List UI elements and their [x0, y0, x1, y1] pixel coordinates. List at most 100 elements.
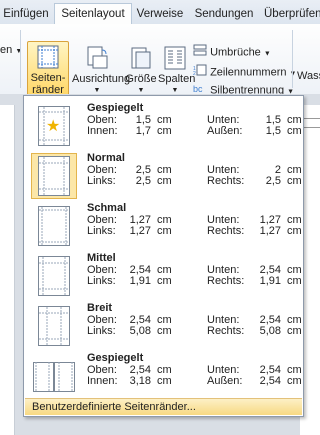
option-unit: cm — [287, 375, 302, 387]
margin-thumbnail — [31, 203, 77, 249]
option-value: 2,54 — [259, 375, 281, 387]
option-unit: cm — [287, 125, 302, 137]
ribbon: en ▼ Seiten- ränder ▼ Ausrichtung ▼ — [0, 24, 320, 107]
margin-thumbnail — [31, 253, 77, 299]
zeilennummern-label: Zeilennummern — [210, 66, 287, 79]
option-unit: cm — [157, 125, 172, 137]
option-value: 1,27 — [259, 225, 281, 237]
tab-sendungen[interactable]: Sendungen — [190, 4, 258, 24]
margin-option-gespiegelt-book[interactable]: Gespiegelt Oben: 2,54 cm Unten: 2,54 cm … — [25, 350, 302, 400]
option-value: 2,5 — [135, 175, 151, 187]
tab-seitenlayout[interactable]: Seitenlayout — [54, 3, 132, 26]
page-icon — [38, 206, 70, 246]
seitenraender-label-1: Seiten- — [30, 72, 66, 84]
ribbon-partial-right-label: Wasse — [297, 70, 320, 82]
seitenraender-button[interactable]: Seiten- ränder ▼ — [27, 41, 69, 107]
option-unit: cm — [287, 275, 302, 287]
line-numbers-icon: 12 — [193, 64, 207, 81]
book-icon — [33, 362, 75, 392]
option-value: 1,5 — [265, 125, 281, 137]
option-unit: cm — [157, 175, 172, 187]
zeilennummern-button[interactable]: 12 Zeilennummern ▼ — [193, 64, 296, 80]
ausrichtung-label: Ausrichtung — [72, 73, 131, 85]
option-title: Gespiegelt — [87, 102, 144, 114]
margin-option-normal[interactable]: Normal Oben: 2,5 cm Unten: 2 cm Links: 2… — [25, 150, 302, 200]
option-title: Schmal — [87, 202, 127, 214]
option-label: Innen: — [87, 125, 118, 137]
groesse-label: Größe — [125, 73, 157, 85]
page-icon — [38, 306, 70, 346]
dropdown-arrow-icon: ▼ — [289, 70, 297, 78]
option-label: Rechts: — [207, 275, 245, 287]
option-value: 1,91 — [129, 275, 151, 287]
margins-icon — [37, 45, 59, 72]
dropdown-arrow-icon: ▼ — [15, 48, 23, 55]
umbrueche-button[interactable]: Umbrüche ▼ — [193, 44, 271, 60]
option-label: Links: — [87, 325, 116, 337]
margin-thumbnail: ★ — [31, 103, 77, 149]
option-label: Links: — [87, 225, 116, 237]
ribbon-partial-left[interactable]: en ▼ — [0, 42, 22, 58]
margin-option-breit[interactable]: Breit Oben: 2,54 cm Unten: 2,54 cm Links… — [25, 300, 302, 350]
page-icon: ★ — [38, 106, 70, 146]
ausrichtung-button[interactable]: Ausrichtung ▼ — [72, 46, 131, 97]
option-label: Rechts: — [207, 225, 245, 237]
option-unit: cm — [157, 325, 172, 337]
option-title: Gespiegelt — [87, 352, 144, 364]
margin-option-mittel[interactable]: Mittel Oben: 2,54 cm Unten: 2,54 cm Link… — [25, 250, 302, 300]
option-label: Links: — [87, 175, 116, 187]
tab-verweise[interactable]: Verweise — [132, 4, 188, 24]
custom-margins-button[interactable]: Benutzerdefinierte Seitenränder... — [25, 398, 302, 415]
option-unit: cm — [157, 375, 172, 387]
orientation-icon — [85, 46, 109, 73]
option-label: Außen: — [207, 375, 243, 387]
page-size-icon — [130, 46, 152, 73]
option-unit: cm — [157, 225, 172, 237]
option-label: Rechts: — [207, 175, 245, 187]
margin-option-schmal[interactable]: Schmal Oben: 1,27 cm Unten: 1,27 cm Link… — [25, 200, 302, 250]
option-label: Außen: — [207, 125, 243, 137]
dropdown-arrow-icon: ▼ — [263, 50, 271, 58]
page-icon — [38, 256, 70, 296]
umbrueche-label: Umbrüche — [210, 46, 261, 59]
ribbon-partial-right[interactable]: Wasse — [297, 68, 320, 84]
tab-einfuegen[interactable]: Einfügen — [0, 4, 52, 24]
option-label: Innen: — [87, 375, 118, 387]
margin-thumbnail — [31, 303, 77, 349]
option-unit: cm — [287, 225, 302, 237]
groesse-button[interactable]: Größe ▼ — [124, 46, 158, 97]
option-unit: cm — [287, 325, 302, 337]
option-value: 5,08 — [129, 325, 151, 337]
ribbon-separator — [20, 30, 21, 88]
document-page-left-edge — [0, 105, 15, 435]
option-value: 1,7 — [135, 125, 151, 137]
margin-thumbnail — [31, 353, 77, 399]
custom-margins-label: Benutzerdefinierte Seitenränder... — [32, 401, 196, 413]
svg-text:bc: bc — [193, 84, 203, 94]
option-label: Links: — [87, 275, 116, 287]
option-value: 1,27 — [129, 225, 151, 237]
ribbon-tab-strip: Einfügen Seitenlayout Verweise Sendungen… — [0, 0, 320, 26]
margin-thumbnail — [31, 153, 77, 199]
option-title: Mittel — [87, 252, 116, 264]
option-title: Normal — [87, 152, 125, 164]
svg-text:2: 2 — [193, 71, 196, 76]
option-unit: cm — [287, 175, 302, 187]
breaks-icon — [193, 44, 207, 61]
ribbon-separator — [292, 30, 293, 88]
spalten-label: Spalten — [158, 73, 196, 85]
seitenraender-menu: ★ Gespiegelt Oben: 1,5 cm Unten: 1,5 cm … — [23, 95, 304, 417]
margin-option-gespiegelt[interactable]: ★ Gespiegelt Oben: 1,5 cm Unten: 1,5 cm … — [25, 100, 302, 150]
option-value: 5,08 — [259, 325, 281, 337]
page-icon — [38, 156, 70, 196]
ribbon-partial-left-label: en — [0, 44, 13, 56]
tab-ueberpruefen[interactable]: Überprüfen — [260, 4, 320, 24]
spalten-button[interactable]: Spalten ▼ — [158, 46, 196, 97]
columns-icon — [164, 46, 186, 73]
option-value: 3,18 — [129, 375, 151, 387]
option-title: Breit — [87, 302, 113, 314]
star-icon: ★ — [46, 118, 61, 135]
option-value: 2,5 — [265, 175, 281, 187]
option-label: Rechts: — [207, 325, 245, 337]
option-value: 1,91 — [259, 275, 281, 287]
